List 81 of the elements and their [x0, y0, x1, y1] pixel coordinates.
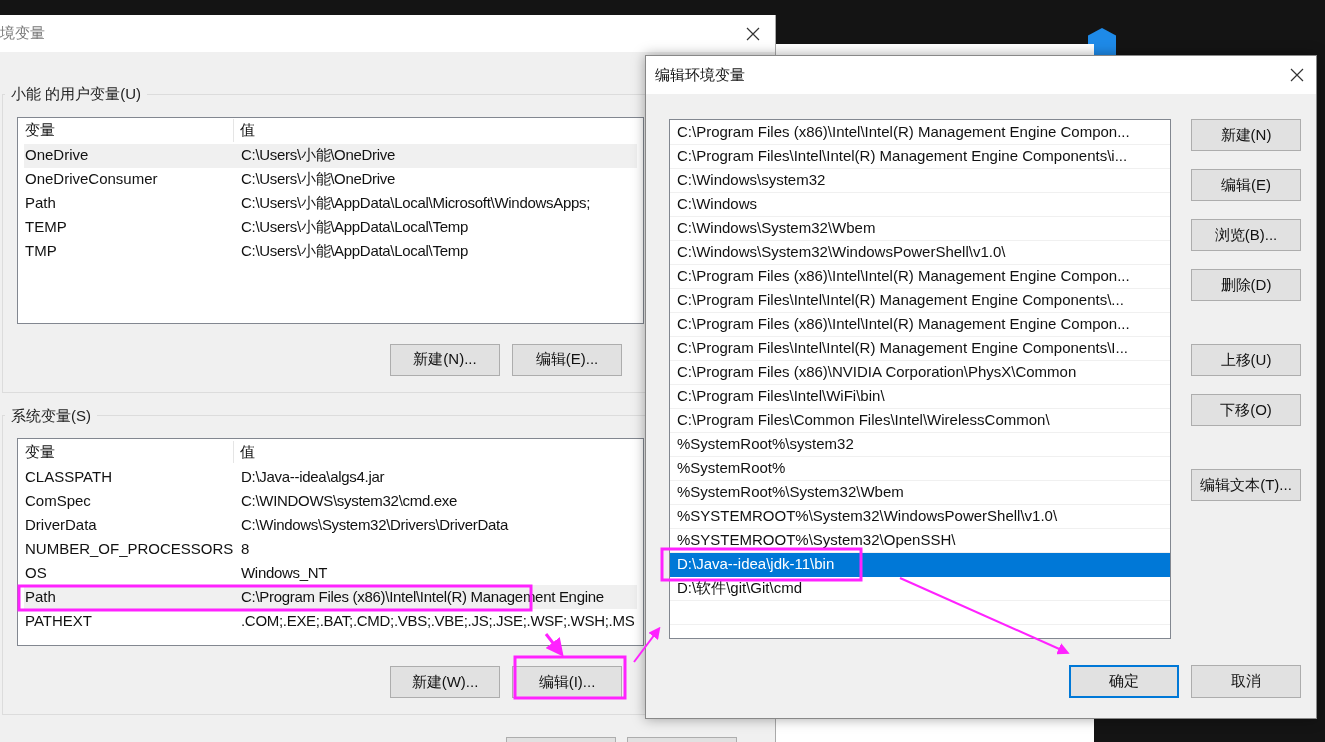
variable-row[interactable]: ComSpec C:\WINDOWS\system32\cmd.exe	[24, 489, 637, 513]
variable-value: C:\Windows\System32\Drivers\DriverData	[241, 514, 508, 535]
path-item[interactable]: C:\Program Files\Intel\Intel(R) Management Engine Components\i...	[670, 145, 1170, 169]
close-icon[interactable]	[1290, 68, 1304, 82]
variable-row[interactable]: NUMBER_OF_PROCESSORS 8	[24, 537, 637, 561]
variable-value: D:\Java--idea\algs4.jar	[241, 466, 385, 487]
variable-row[interactable]: OS Windows_NT	[24, 561, 637, 585]
close-icon[interactable]	[746, 26, 760, 41]
variable-row[interactable]: PATHEXT .COM;.EXE;.BAT;.CMD;.VBS;.VBE;.JS;.JSE;.WSF;.WSH;.MS	[24, 609, 637, 633]
variable-row[interactable]: OneDrive C:\Users\小能\OneDrive	[24, 143, 637, 168]
column-header[interactable]: 值	[234, 119, 255, 142]
variable-value: C:\Users\小能\AppData\Local\Temp	[241, 217, 468, 238]
annotation-arrow	[544, 633, 564, 657]
variable-name: OneDrive	[24, 145, 90, 166]
variable-row[interactable]: Path C:\Users\小能\AppData\Local\Microsoft\WindowsApps;	[24, 191, 637, 216]
path-item[interactable]: %SystemRoot%\system32	[670, 433, 1170, 457]
path-list[interactable]	[669, 119, 1171, 639]
dialog-title: 编辑环境变量	[655, 64, 745, 85]
column-header[interactable]: 变量	[24, 440, 234, 464]
variable-value: Windows_NT	[241, 562, 328, 583]
variable-name: NUMBER_OF_PROCESSORS	[24, 538, 235, 559]
dialog-button[interactable]: 新建(N)...	[390, 343, 500, 376]
path-item[interactable]: C:\Windows\System32\Wbem	[670, 217, 1170, 241]
ok-button[interactable]: 确定	[1069, 665, 1179, 698]
dialog-button[interactable]: 编辑(I)...	[512, 666, 622, 698]
group-label: 小能 的用户变量(U)	[10, 84, 142, 104]
dialog-button[interactable]: 上移(U)	[1191, 344, 1301, 376]
variable-row[interactable]: OneDriveConsumer C:\Users\小能\OneDrive	[24, 167, 637, 192]
dialog-button[interactable]: 编辑(E)	[1191, 169, 1301, 201]
dialog-button[interactable]: 编辑文本(T)...	[1191, 469, 1301, 501]
dialog-button[interactable]: 浏览(B)...	[1191, 219, 1301, 251]
group-label: 系统变量(S)	[10, 405, 92, 426]
variable-row[interactable]: TMP C:\Users\小能\AppData\Local\Temp	[24, 239, 637, 264]
path-item[interactable]: D:\Java--idea\jdk-11\bin	[670, 553, 1170, 577]
variable-name: ComSpec	[24, 490, 92, 511]
path-item[interactable]: C:\Program Files (x86)\Intel\Intel(R) Management Engine Compon...	[670, 313, 1170, 337]
column-header[interactable]: 值	[234, 440, 255, 464]
variable-value: C:\Users\小能\AppData\Local\Temp	[241, 241, 468, 262]
column-header[interactable]: 变量	[24, 119, 234, 142]
dialog-button[interactable]: 下移(O)	[1191, 394, 1301, 426]
window-title: 境变量	[0, 23, 45, 44]
path-item[interactable]: C:\Program Files (x86)\Intel\Intel(R) Management Engine Compon...	[670, 121, 1170, 145]
variable-name: Path	[24, 586, 57, 607]
path-item[interactable]: C:\Program Files (x86)\Intel\Intel(R) Management Engine Compon...	[670, 265, 1170, 289]
path-item[interactable]: D:\软件\git\Git\cmd	[670, 577, 1170, 601]
annotation-arrow	[633, 626, 661, 663]
variable-value: 8	[241, 538, 250, 559]
path-item[interactable]: %SystemRoot%	[670, 457, 1170, 481]
variable-row[interactable]: TEMP C:\Users\小能\AppData\Local\Temp	[24, 215, 637, 240]
variable-name: CLASSPATH	[24, 466, 113, 487]
path-item[interactable]: C:\Program Files\Intel\WiFi\bin\	[670, 385, 1170, 409]
variable-name: Path	[24, 193, 57, 214]
path-item[interactable]: C:\Windows\System32\WindowsPowerShell\v1.0\	[670, 241, 1170, 265]
variable-value: C:\Users\小能\OneDrive	[241, 169, 396, 190]
path-item[interactable]: %SystemRoot%\System32\Wbem	[670, 481, 1170, 505]
path-item[interactable]: C:\Windows\system32	[670, 169, 1170, 193]
path-item[interactable]: C:\Program Files\Intel\Intel(R) Management Engine Components\I...	[670, 337, 1170, 361]
dialog-button[interactable]: 新建(N)	[1191, 119, 1301, 151]
variable-name: TEMP	[24, 217, 68, 238]
path-item[interactable]: C:\Program Files\Intel\Intel(R) Management Engine Components\...	[670, 289, 1170, 313]
variable-value: C:\WINDOWS\system32\cmd.exe	[241, 490, 458, 511]
variable-name: TMP	[24, 241, 58, 262]
variable-value: C:\Users\小能\OneDrive	[241, 145, 396, 166]
dialog-button[interactable]: 编辑(E)...	[512, 343, 622, 376]
cancel-button[interactable]: 取消	[1191, 665, 1301, 698]
path-item[interactable]: C:\Program Files\Common Files\Intel\WirelessCommon\	[670, 409, 1170, 433]
dialog-button[interactable]: 新建(W)...	[390, 666, 500, 698]
variable-name: DriverData	[24, 514, 98, 535]
variable-list[interactable]	[17, 438, 644, 646]
path-item[interactable]: %SYSTEMROOT%\System32\WindowsPowerShell\v1.0\	[670, 505, 1170, 529]
variable-name: OS	[24, 562, 48, 583]
variable-list[interactable]: 变量 值 OneDrive C:\Users\小能\OneDrive OneDriveConsumer C:\Users\小能\OneDrive Path C:\Users\小能\AppData\Local\Microsoft\WindowsApps; TEMP C:\Users\小能\AppData\Local\Temp TMP C:\Users\小能\AppData\Local\Temp	[17, 116, 644, 324]
variable-name: PATHEXT	[24, 610, 93, 631]
variable-row[interactable]: CLASSPATH D:\Java--idea\algs4.jar	[24, 465, 637, 489]
path-item[interactable]: C:\Program Files (x86)\NVIDIA Corporation\PhysX\Common	[670, 361, 1170, 385]
variable-name: OneDriveConsumer	[24, 169, 159, 190]
variable-value: C:\Users\小能\AppData\Local\Microsoft\WindowsApps;	[241, 193, 591, 214]
variable-row[interactable]: DriverData C:\Windows\System32\Drivers\DriverData	[24, 513, 637, 537]
variable-value: .COM;.EXE;.BAT;.CMD;.VBS;.VBE;.JS;.JSE;.WSF;.WSH;.MS	[241, 610, 635, 631]
path-item[interactable]: C:\Windows	[670, 193, 1170, 217]
dialog-button[interactable]: 删除(D)	[1191, 269, 1301, 301]
